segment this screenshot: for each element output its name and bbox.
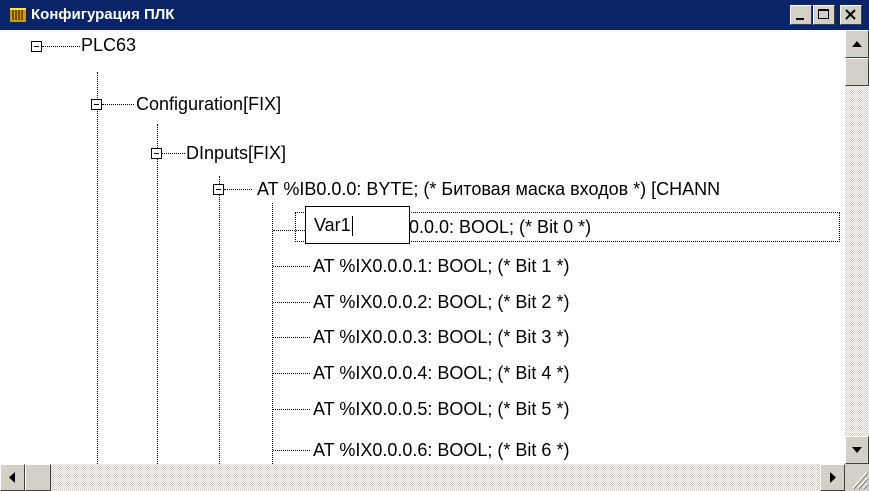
scroll-thumb-vertical[interactable] (845, 58, 869, 86)
arrow-up-icon (852, 41, 862, 47)
rename-edit-field[interactable]: Var1 (305, 206, 410, 244)
scroll-right-button[interactable] (820, 464, 845, 491)
tree-connector (273, 337, 310, 338)
collapse-icon[interactable] (213, 184, 224, 195)
tree-node-bit[interactable]: AT %IX0.0.0.5: BOOL; (* Bit 5 *) (313, 396, 569, 422)
tree-guide-line (219, 176, 220, 464)
scroll-down-button[interactable] (845, 436, 869, 464)
plc-configuration-window: Конфигурация ПЛК PLC63 Configuration[FIX… (0, 0, 869, 491)
tree-node-configuration[interactable]: Configuration[FIX] (136, 91, 281, 117)
resize-grip-icon (852, 471, 869, 490)
tree-connector (224, 189, 252, 190)
tree-guide-line (157, 124, 158, 464)
collapse-icon[interactable] (91, 99, 102, 110)
tree-node-bit[interactable]: AT %IX0.0.0.1: BOOL; (* Bit 1 *) (313, 253, 569, 279)
horizontal-scrollbar[interactable] (0, 464, 845, 491)
tree-connector (273, 230, 305, 231)
minimize-button[interactable] (790, 5, 812, 25)
minimize-icon (796, 18, 804, 20)
tree-node-bit[interactable]: AT %IX0.0.0.4: BOOL; (* Bit 4 *) (313, 360, 569, 386)
tree-connector (273, 450, 310, 451)
maximize-button[interactable] (813, 5, 835, 25)
arrow-right-icon (830, 472, 836, 483)
tree-node-bit[interactable]: AT %IX0.0.0.3: BOOL; (* Bit 3 *) (313, 324, 569, 350)
scroll-up-button[interactable] (845, 30, 869, 58)
vertical-scrollbar[interactable] (845, 30, 869, 464)
tree-node-bit[interactable]: AT %IX0.0.0.2: BOOL; (* Bit 2 *) (313, 289, 569, 315)
tree-node-dinputs[interactable]: DInputs[FIX] (186, 140, 286, 166)
window-title: Конфигурация ПЛК (31, 6, 175, 23)
tree-pane[interactable]: PLC63 Configuration[FIX] DInputs[FIX] AT… (0, 30, 869, 491)
resize-grip[interactable] (845, 464, 869, 491)
text-caret (351, 216, 353, 237)
tree-node-byte-channel[interactable]: AT %IB0.0.0: BYTE; (* Битовая маска вход… (257, 176, 720, 202)
tree-node-bit[interactable]: AT %IX0.0.0.6: BOOL; (* Bit 6 *) (313, 437, 569, 463)
rename-edit-text: Var1 (314, 215, 351, 235)
close-icon (845, 9, 856, 20)
maximize-icon (818, 9, 829, 19)
tree-connector (273, 266, 310, 267)
scroll-left-button[interactable] (0, 464, 25, 491)
scroll-thumb-horizontal[interactable] (25, 464, 51, 491)
tree-connector (162, 153, 185, 154)
tree-connector (102, 104, 134, 105)
plc-config-icon (10, 8, 26, 22)
collapse-icon[interactable] (151, 148, 162, 159)
tree-node-plc63[interactable]: PLC63 (81, 32, 136, 58)
title-bar[interactable]: Конфигурация ПЛК (0, 0, 869, 30)
collapse-icon[interactable] (31, 41, 42, 52)
tree-connector (273, 302, 310, 303)
arrow-left-icon (9, 472, 15, 483)
close-button[interactable] (840, 5, 862, 25)
config-tree[interactable]: PLC63 Configuration[FIX] DInputs[FIX] AT… (0, 30, 845, 464)
tree-guide-line (272, 203, 273, 464)
arrow-down-icon (852, 447, 862, 453)
tree-connector (42, 46, 80, 47)
tree-node-bit0-rest[interactable]: 0.0.0: BOOL; (* Bit 0 *) (409, 214, 591, 240)
tree-guide-line (97, 72, 98, 464)
tree-connector (273, 373, 310, 374)
tree-connector (273, 409, 310, 410)
